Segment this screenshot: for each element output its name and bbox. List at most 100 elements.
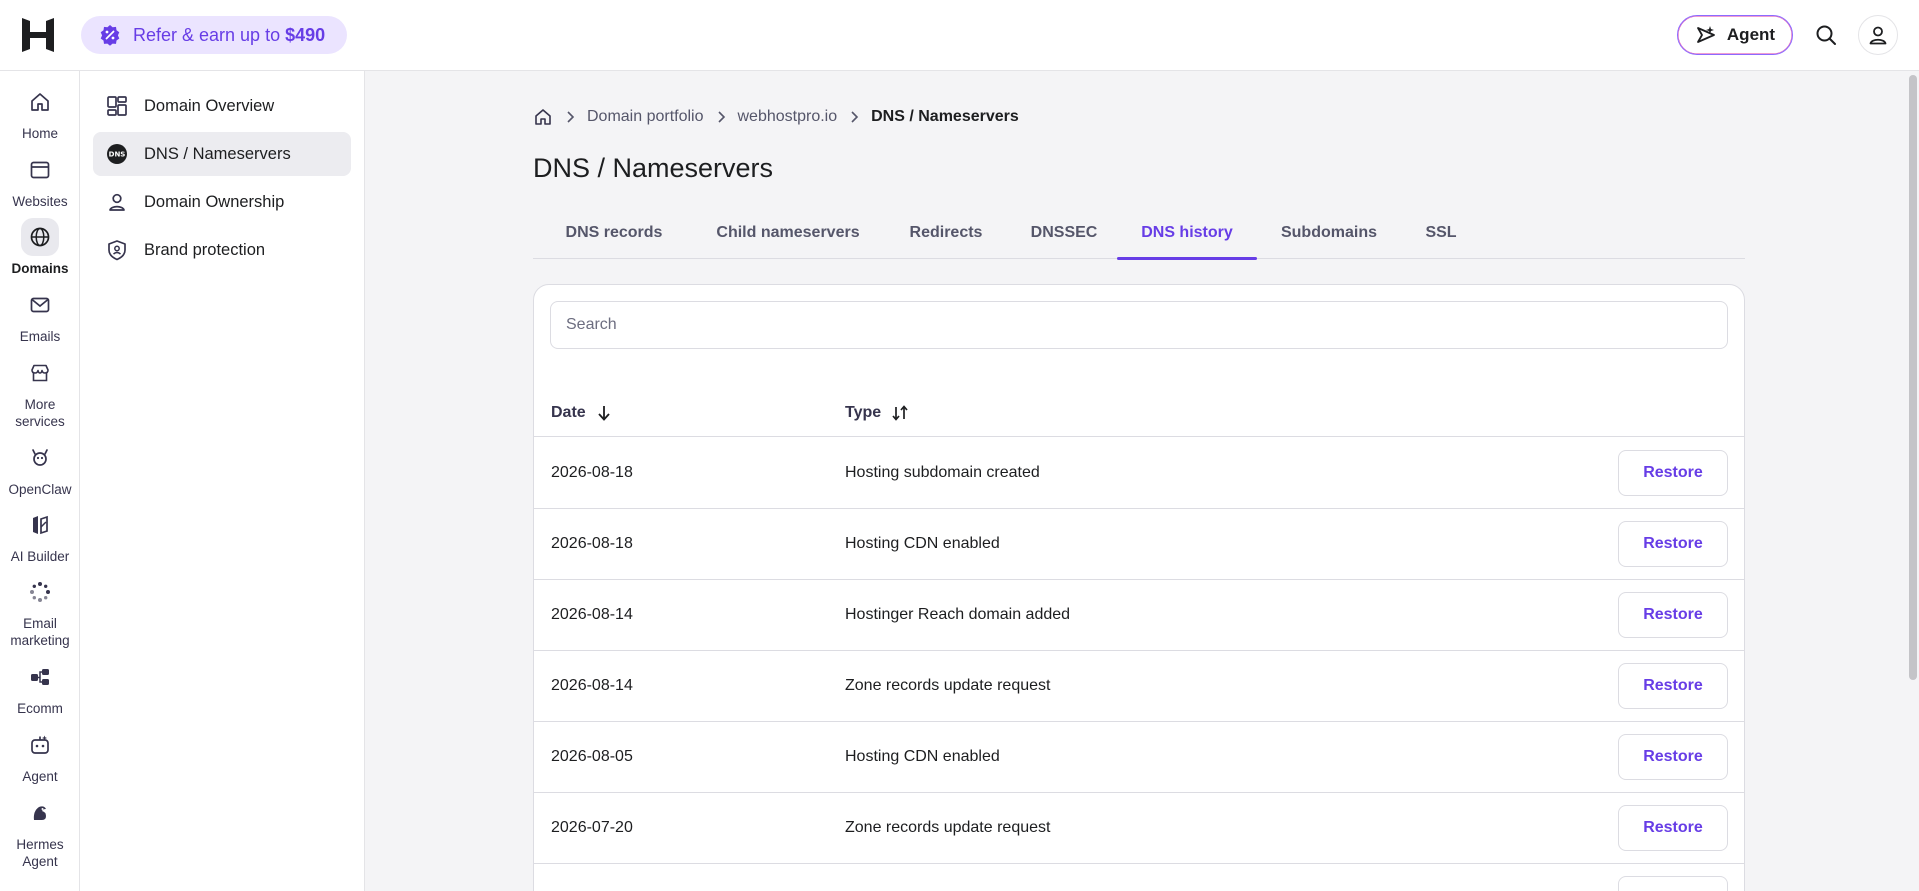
refer-amount: $490 — [285, 24, 326, 45]
subnav-item-dns-nameservers[interactable]: DNS DNS / Nameservers — [93, 132, 351, 176]
rail-item-openclaw[interactable]: OpenClaw — [0, 439, 80, 498]
subnav-item-brand-protection[interactable]: Brand protection — [93, 228, 351, 272]
ri-box — [21, 794, 59, 832]
dns-icon: DNS — [105, 142, 129, 166]
search-input[interactable] — [550, 301, 1728, 349]
row-type: Hosting subdomain created — [845, 464, 1040, 481]
bot-icon — [31, 735, 49, 754]
ri-box — [21, 439, 59, 477]
main-content: Domain portfolio webhostpro.io DNS / Nam… — [365, 71, 1919, 891]
tab-dns-records[interactable]: DNS records — [533, 207, 695, 259]
ai-builder-icon — [33, 515, 48, 535]
ri-box — [21, 354, 59, 392]
rail-item-more-services[interactable]: More services — [0, 354, 80, 430]
discount-badge-icon — [100, 25, 120, 46]
type-column-header[interactable]: Type — [845, 389, 909, 437]
scrollbar-thumb[interactable] — [1909, 75, 1917, 680]
rail-label: Home — [21, 126, 58, 141]
rail-item-domains[interactable]: Domains — [0, 218, 80, 277]
dns-tabs: DNS records Child nameservers Redirects … — [533, 207, 1745, 260]
subnav-item-domain-overview[interactable]: Domain Overview — [93, 84, 351, 128]
global-search-button[interactable] — [1806, 15, 1846, 55]
home-icon[interactable] — [533, 107, 553, 127]
ri-box — [21, 151, 59, 189]
rail-label: Emails — [19, 329, 61, 344]
home-icon — [31, 93, 49, 111]
rail-item-ecomm[interactable]: Ecomm — [0, 658, 80, 717]
rail-item-hermes-agent[interactable]: Hermes Agent — [0, 794, 80, 870]
rail-label: Ecomm — [17, 701, 63, 716]
row-date: 2026-08-14 — [551, 606, 633, 623]
person-icon — [105, 190, 129, 214]
restore-button[interactable]: Restore — [1618, 876, 1728, 891]
tab-dns-history[interactable]: DNS history — [1117, 207, 1257, 260]
shield-icon — [105, 238, 129, 262]
rail-label: Websites — [12, 194, 68, 209]
sort-both-icon — [892, 405, 908, 421]
restore-button[interactable]: Restore — [1618, 521, 1728, 567]
breadcrumb-domain[interactable]: webhostpro.io — [738, 108, 838, 126]
top-bar: Refer & earn up to $490 Agent — [0, 0, 1919, 71]
hermes-icon — [33, 806, 46, 820]
row-date: 2026-06-27 — [551, 864, 633, 891]
hostinger-logo-icon[interactable] — [22, 18, 54, 52]
table-row: 2026-08-05 Hosting CDN enabled Restore — [534, 722, 1744, 793]
subnav-label: Domain Overview — [144, 96, 275, 115]
chevron-right-icon — [716, 110, 726, 124]
rail-item-emails[interactable]: Emails — [0, 286, 80, 345]
table-row: 2026-08-18 Hosting subdomain created Resto… — [534, 438, 1744, 509]
globe-icon — [30, 227, 50, 247]
rail-label: OpenClaw — [8, 482, 72, 497]
table-row: 2026-08-14 Zone records update request Res… — [534, 651, 1744, 722]
sparkle-loader-icon — [30, 582, 50, 602]
ri-box — [21, 658, 59, 696]
user-icon — [1869, 26, 1887, 45]
subnav-label: Domain Ownership — [144, 192, 285, 211]
row-date: 2026-08-18 — [551, 535, 633, 552]
row-date: 2026-08-05 — [551, 748, 633, 765]
svg-text:DNS: DNS — [109, 151, 126, 159]
subnav-item-domain-ownership[interactable]: Domain Ownership — [93, 180, 351, 224]
date-header-label: Date — [551, 404, 586, 421]
restore-button[interactable]: Restore — [1618, 663, 1728, 709]
rail-label: Domains — [11, 261, 69, 276]
rail-item-home[interactable]: Home — [0, 83, 80, 142]
ri-box — [21, 506, 59, 544]
tab-dnssec[interactable]: DNSSEC — [1011, 207, 1117, 259]
type-header-label: Type — [845, 404, 882, 421]
page-title: DNS / Nameservers — [533, 153, 774, 183]
rail-item-ai-builder[interactable]: AI Builder — [0, 506, 80, 565]
agent-button-label: Agent — [1726, 25, 1776, 44]
restore-button[interactable]: Restore — [1618, 592, 1728, 638]
tab-child-nameservers[interactable]: Child nameservers — [695, 207, 881, 259]
dashboard-icon — [105, 94, 129, 118]
tab-redirects[interactable]: Redirects — [881, 207, 1011, 259]
refer-earn-banner[interactable]: Refer & earn up to $490 — [81, 16, 347, 54]
account-button[interactable] — [1858, 15, 1898, 55]
row-date: 2026-08-18 — [551, 464, 633, 481]
ri-box — [21, 83, 59, 121]
ecomm-icon — [31, 669, 49, 685]
date-column-header[interactable]: Date — [551, 389, 612, 437]
claw-icon — [32, 449, 48, 466]
restore-button[interactable]: Restore — [1618, 805, 1728, 851]
tab-subdomains[interactable]: Subdomains — [1257, 207, 1401, 259]
rail-item-email-marketing[interactable]: Email marketing — [0, 573, 80, 649]
table-row: 2026-08-14 Hostinger Reach domain added Re… — [534, 580, 1744, 651]
rail-item-agent[interactable]: Agent — [0, 726, 80, 785]
restore-button[interactable]: Restore — [1618, 450, 1728, 496]
browser-icon — [30, 161, 50, 179]
tab-ssl[interactable]: SSL — [1401, 207, 1481, 259]
page-scrollbar[interactable] — [1909, 71, 1917, 891]
rail-item-websites[interactable]: Websites — [0, 151, 80, 210]
breadcrumb-domain-portfolio[interactable]: Domain portfolio — [587, 108, 704, 126]
row-type: Hosting CDN enabled — [845, 535, 1000, 552]
search-icon — [1816, 25, 1836, 45]
ri-box — [21, 573, 59, 611]
table-row: 2026-06-27 Hosting subdomain created Resto… — [534, 864, 1744, 891]
agent-button[interactable]: Agent — [1677, 15, 1793, 55]
restore-button[interactable]: Restore — [1618, 734, 1728, 780]
chevron-right-icon — [849, 110, 859, 124]
rail-label: AI Builder — [10, 549, 70, 564]
table-header: Date Type — [534, 389, 1744, 437]
